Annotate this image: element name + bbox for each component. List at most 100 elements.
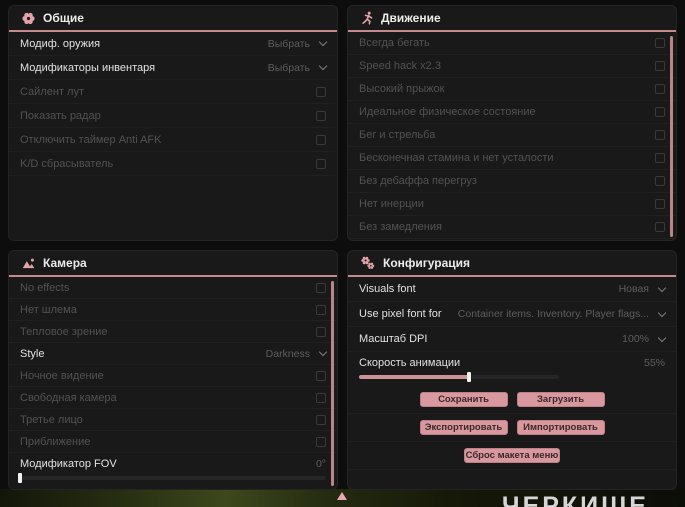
row-label: Нет инерции xyxy=(359,198,424,210)
dropdown-value: Выбрать xyxy=(267,61,310,74)
row-label: Модификаторы инвентаря xyxy=(20,61,156,74)
row-always-run[interactable]: Всегда бегать xyxy=(348,32,676,55)
row-perfect-condition[interactable]: Идеальное физическое состояние xyxy=(348,101,676,124)
row-label: Масштаб DPI xyxy=(359,333,428,345)
row-no-effects[interactable]: No effects xyxy=(9,277,337,299)
fov-slider[interactable] xyxy=(18,473,326,483)
row-third-person[interactable]: Третье лицо xyxy=(9,409,337,431)
checkbox[interactable] xyxy=(655,107,665,117)
dropdown-value: 100% xyxy=(622,333,649,345)
runner-icon xyxy=(361,11,373,25)
row-animation-speed: Скорость анимации 55% xyxy=(348,354,676,372)
panel-camera: Камера No effects Нет шлема Тепловое зре… xyxy=(8,250,338,490)
row-speed-hack[interactable]: Speed hack x2.3 xyxy=(348,55,676,78)
row-no-helmet[interactable]: Нет шлема xyxy=(9,299,337,321)
save-button[interactable]: Сохранить xyxy=(419,392,508,407)
dpi-scale-dropdown[interactable]: 100% xyxy=(622,333,667,345)
checkbox[interactable] xyxy=(316,414,326,425)
row-no-slowdown[interactable]: Без замедления xyxy=(348,216,676,239)
panel-config-body: Visuals font Новая Use pixel font for Co… xyxy=(348,277,676,470)
row-label: Скорость анимации xyxy=(359,357,461,369)
style-dropdown[interactable]: Darkness xyxy=(266,348,328,360)
row-zoom[interactable]: Приближение xyxy=(9,431,337,453)
checkbox[interactable] xyxy=(316,86,326,97)
export-button[interactable]: Экспортировать xyxy=(419,420,508,435)
row-no-inertia[interactable]: Нет инерции xyxy=(348,193,676,216)
row-label: Приближение xyxy=(20,435,91,448)
checkbox[interactable] xyxy=(316,110,326,121)
row-visuals-font: Visuals font Новая xyxy=(348,277,676,302)
chevron-down-icon xyxy=(318,37,328,47)
row-label: Ночное видение xyxy=(20,369,104,382)
gears-icon xyxy=(361,256,375,270)
row-anti-afk-timer[interactable]: Отключить таймер Anti AFK xyxy=(9,128,337,152)
animation-speed-value: 55% xyxy=(643,357,665,369)
row-kd-reset[interactable]: K/D сбрасыватель xyxy=(9,152,337,176)
load-button[interactable]: Загрузить xyxy=(516,392,605,407)
panel-camera-header: Камера xyxy=(9,251,337,277)
checkbox[interactable] xyxy=(655,61,665,71)
row-run-and-gun[interactable]: Бег и стрельба xyxy=(348,124,676,147)
checkbox[interactable] xyxy=(316,392,326,403)
inventory-mods-dropdown[interactable]: Выбрать xyxy=(267,61,328,74)
weapon-mod-dropdown[interactable]: Выбрать xyxy=(267,37,328,50)
row-infinite-stamina[interactable]: Бесконечная стамина и нет усталости xyxy=(348,147,676,170)
watermark-text: ЧЕРКИШЕ xyxy=(502,492,649,507)
checkbox[interactable] xyxy=(316,282,326,293)
row-label: Высокий прыжок xyxy=(359,83,445,95)
chevron-down-icon xyxy=(657,308,667,317)
checkbox[interactable] xyxy=(316,436,326,447)
panel-general-body: Модиф. оружия Выбрать Модификаторы инвен… xyxy=(9,32,337,176)
button-row-reset: Сброс макета меню xyxy=(348,442,676,470)
checkbox[interactable] xyxy=(655,153,665,163)
checkbox[interactable] xyxy=(655,38,665,48)
reset-menu-layout-button[interactable]: Сброс макета меню xyxy=(464,448,560,463)
animation-slider-handle[interactable] xyxy=(467,372,471,382)
row-label: Третье лицо xyxy=(20,413,83,426)
visuals-font-dropdown[interactable]: Новая xyxy=(619,283,667,295)
camera-scrollbar[interactable] xyxy=(331,281,334,486)
movement-scrollbar[interactable] xyxy=(670,36,673,237)
dropdown-value: Выбрать xyxy=(267,37,310,50)
checkbox[interactable] xyxy=(316,158,326,169)
checkbox[interactable] xyxy=(655,84,665,94)
checkbox[interactable] xyxy=(316,304,326,315)
row-label: Без дебаффа перегруз xyxy=(359,175,477,187)
import-button[interactable]: Импортировать xyxy=(516,420,605,435)
row-night-vision[interactable]: Ночное видение xyxy=(9,365,337,387)
checkbox[interactable] xyxy=(316,370,326,381)
panel-movement-body: Всегда бегать Speed hack x2.3 Высокий пр… xyxy=(348,32,676,239)
row-show-radar[interactable]: Показать радар xyxy=(9,104,337,128)
row-label: Speed hack x2.3 xyxy=(359,60,441,72)
row-no-overload-debuff[interactable]: Без дебаффа перегруз xyxy=(348,170,676,193)
button-row-save-load: Сохранить Загрузить xyxy=(348,386,676,414)
panel-movement: Движение Всегда бегать Speed hack x2.3 В… xyxy=(347,5,677,241)
checkbox[interactable] xyxy=(316,134,326,145)
pixel-font-dropdown[interactable]: Container items. Inventory. Player flags… xyxy=(458,308,667,320)
row-label: Бесконечная стамина и нет усталости xyxy=(359,152,554,164)
fov-slider-handle[interactable] xyxy=(18,473,22,483)
panel-general-header: Общие xyxy=(9,6,337,32)
checkbox[interactable] xyxy=(655,199,665,209)
checkbox[interactable] xyxy=(655,130,665,140)
row-pixel-font: Use pixel font for Container items. Inve… xyxy=(348,302,676,327)
row-dpi-scale: Масштаб DPI 100% xyxy=(348,327,676,352)
fov-value: 0° xyxy=(315,458,326,470)
row-high-jump[interactable]: Высокий прыжок xyxy=(348,78,676,101)
panel-title: Общие xyxy=(43,11,84,25)
panel-title: Конфигурация xyxy=(383,256,471,270)
row-label: Сайлент лут xyxy=(20,85,84,98)
image-icon xyxy=(22,257,35,270)
checkbox[interactable] xyxy=(316,326,326,337)
row-silent-loot[interactable]: Сайлент лут xyxy=(9,80,337,104)
animation-speed-slider[interactable] xyxy=(359,372,559,382)
row-label: Идеальное физическое состояние xyxy=(359,106,536,118)
row-free-camera[interactable]: Свободная камера xyxy=(9,387,337,409)
row-thermal-vision[interactable]: Тепловое зрение xyxy=(9,321,337,343)
button-row-export-import: Экспортировать Импортировать xyxy=(348,414,676,442)
checkbox[interactable] xyxy=(655,222,665,232)
panel-config: Конфигурация Visuals font Новая Use pixe… xyxy=(347,250,677,490)
panel-config-header: Конфигурация xyxy=(348,251,676,277)
row-label: Отключить таймер Anti AFK xyxy=(20,133,162,146)
checkbox[interactable] xyxy=(655,176,665,186)
